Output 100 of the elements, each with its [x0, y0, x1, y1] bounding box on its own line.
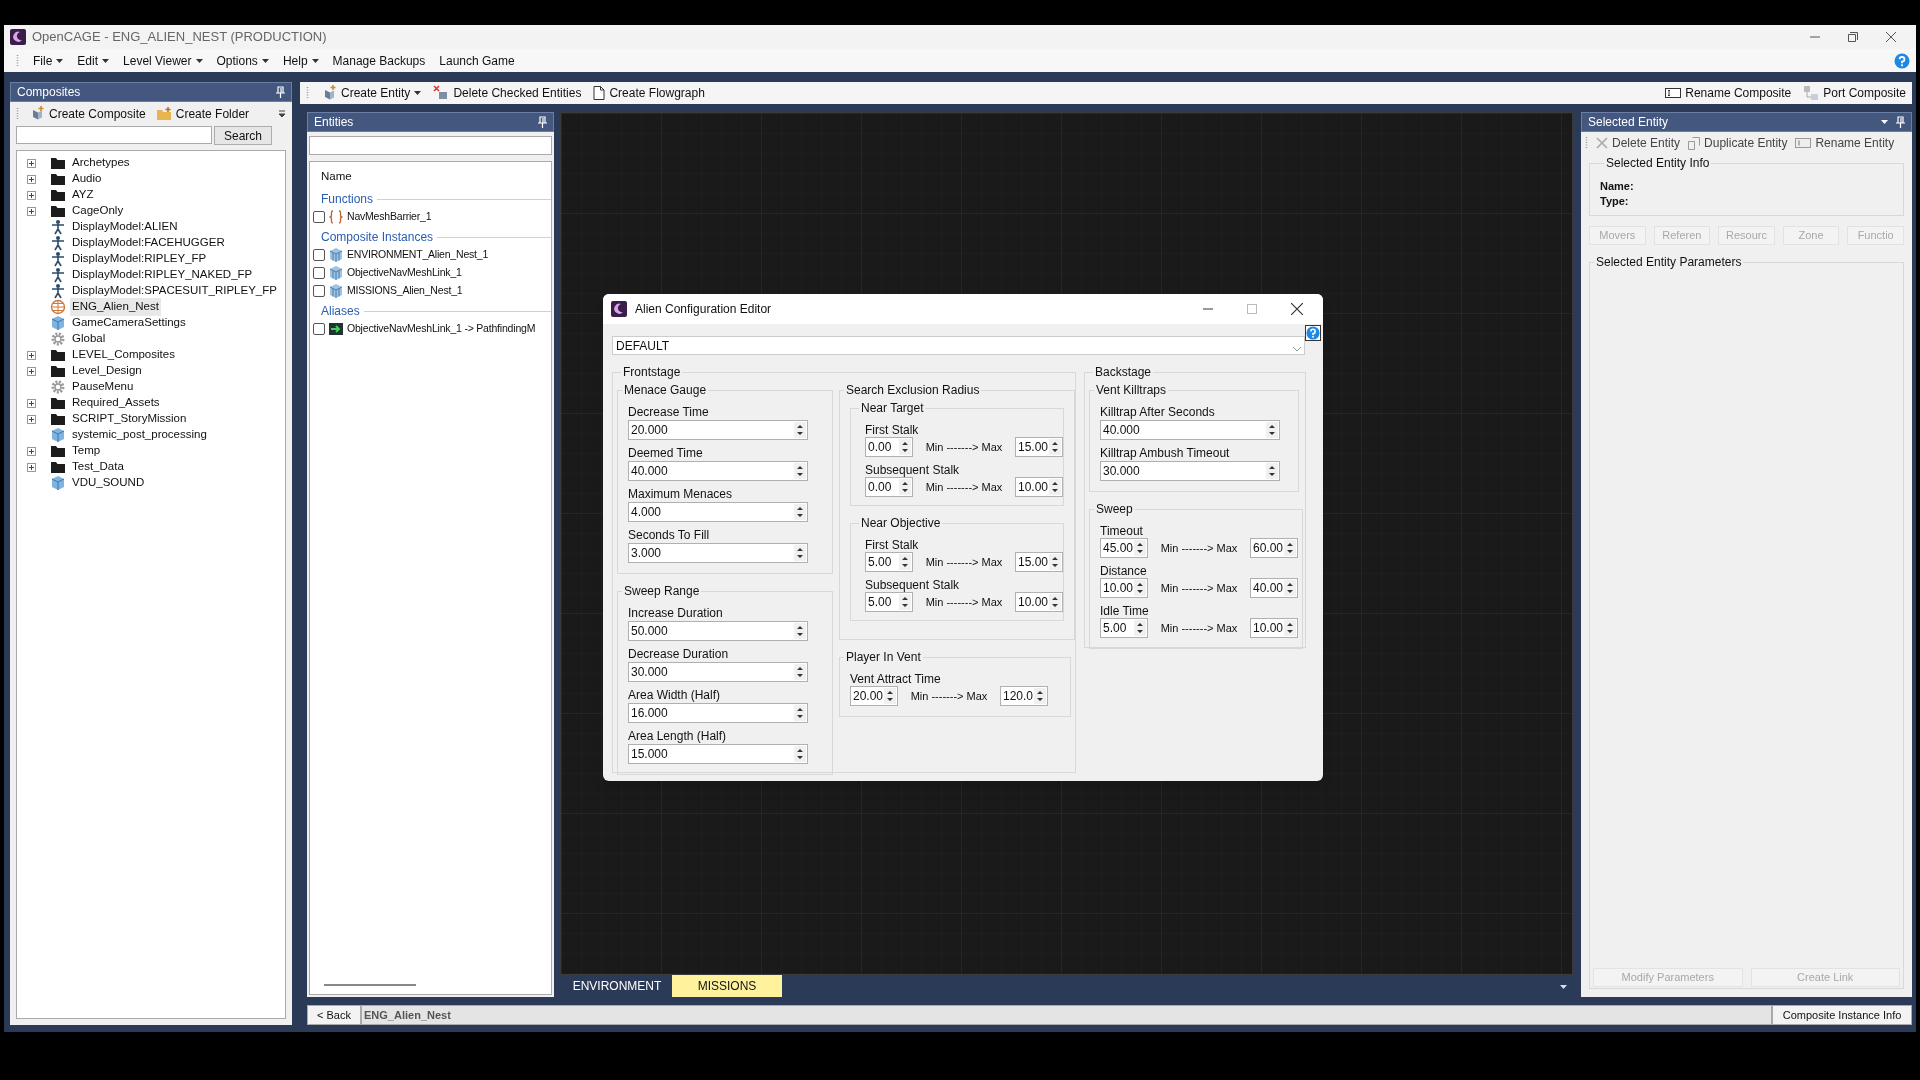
number-field[interactable]: 120.0	[1000, 686, 1048, 706]
tree-item[interactable]: SCRIPT_StoryMission	[70, 410, 189, 428]
toolbar-button[interactable]: Rename Composite	[1665, 84, 1792, 102]
number-field[interactable]: 30.000	[1100, 461, 1280, 481]
entity-item[interactable]: MISSIONS_Alien_Nest_1	[347, 283, 463, 299]
number-field[interactable]: 50.000	[628, 621, 808, 641]
tree-item[interactable]: CageOnly	[70, 202, 126, 220]
help-icon[interactable]	[1305, 325, 1321, 341]
toolbar-grip-icon[interactable]	[306, 86, 309, 100]
expand-icon[interactable]	[27, 366, 36, 376]
spin-buttons[interactable]	[1284, 540, 1296, 556]
toolbar-grip-icon[interactable]	[1585, 136, 1588, 150]
tree-item[interactable]: Level_Design	[70, 362, 144, 380]
close-icon[interactable]	[1291, 303, 1303, 315]
tree-item[interactable]: DisplayModel:FACEHUGGER	[70, 234, 227, 252]
entity-item[interactable]: ENVIRONMENT_Alien_Nest_1	[347, 247, 489, 263]
expand-icon[interactable]	[27, 414, 36, 424]
expand-icon[interactable]	[27, 398, 36, 408]
tree-item[interactable]: PauseMenu	[70, 378, 136, 396]
tree-item[interactable]: Required_Assets	[70, 394, 162, 412]
spin-buttons[interactable]	[884, 688, 896, 704]
number-field[interactable]: 10.00	[1015, 477, 1063, 497]
spin-buttons[interactable]	[1134, 580, 1146, 596]
spin-buttons[interactable]	[1266, 463, 1278, 479]
menu-item[interactable]: Launch Game	[439, 51, 515, 70]
menu-item[interactable]: Edit	[77, 51, 110, 70]
spin-buttons[interactable]	[899, 439, 911, 455]
expand-icon[interactable]	[27, 190, 36, 200]
spin-buttons[interactable]	[1134, 540, 1146, 556]
scrollbar[interactable]	[324, 984, 416, 986]
checkbox[interactable]	[313, 249, 325, 261]
restore-icon[interactable]	[1848, 32, 1858, 42]
menu-item[interactable]: File	[33, 51, 64, 70]
tree-item[interactable]: DisplayModel:ALIEN	[70, 218, 180, 236]
toolbar-button[interactable]: Rename Entity	[1795, 134, 1895, 152]
toolbar-button[interactable]: Port Composite	[1803, 84, 1906, 102]
spin-buttons[interactable]	[1049, 594, 1061, 610]
expand-icon[interactable]	[27, 206, 36, 216]
overflow-icon[interactable]	[278, 109, 286, 119]
pin-icon[interactable]	[538, 116, 547, 128]
number-field[interactable]: 20.000	[628, 420, 808, 440]
menu-item[interactable]: Manage Backups	[332, 51, 426, 70]
entity-item[interactable]: NavMeshBarrier_1	[347, 209, 432, 225]
column-header[interactable]: Name	[313, 168, 551, 188]
spin-buttons[interactable]	[1049, 439, 1061, 455]
spin-buttons[interactable]	[794, 545, 806, 561]
preset-dropdown[interactable]: DEFAULT	[612, 336, 1305, 355]
spin-buttons[interactable]	[1284, 580, 1296, 596]
expand-icon[interactable]	[27, 462, 36, 472]
tree-item[interactable]: DisplayModel:SPACESUIT_RIPLEY_FP	[70, 282, 279, 300]
spin-buttons[interactable]	[794, 746, 806, 762]
number-field[interactable]: 15.000	[628, 744, 808, 764]
spin-buttons[interactable]	[1049, 479, 1061, 495]
checkbox[interactable]	[313, 323, 325, 335]
tree-item[interactable]: Global	[70, 330, 108, 348]
number-field[interactable]: 15.00	[1015, 552, 1063, 572]
toolbar-button[interactable]: Create Folder	[155, 105, 250, 123]
menu-item[interactable]: Help	[282, 51, 319, 70]
search-field[interactable]	[16, 126, 212, 144]
tree-item[interactable]: DisplayModel:RIPLEY_FP	[70, 250, 209, 268]
toolbar-button[interactable]: Create Flowgraph	[593, 84, 705, 102]
toolbar-button[interactable]: Create Composite	[29, 105, 146, 123]
expand-icon[interactable]	[27, 350, 36, 360]
menu-item[interactable]: Level Viewer	[123, 51, 203, 70]
tree-item[interactable]: DisplayModel:RIPLEY_NAKED_FP	[70, 266, 255, 284]
spin-buttons[interactable]	[1266, 422, 1278, 438]
number-field[interactable]: 16.000	[628, 703, 808, 723]
number-field[interactable]: 10.00	[1100, 578, 1148, 598]
number-field[interactable]: 15.00	[1015, 437, 1063, 457]
pin-icon[interactable]	[1896, 116, 1905, 128]
number-field[interactable]: 5.00	[865, 552, 913, 572]
pin-icon[interactable]	[276, 86, 285, 98]
number-field[interactable]: 20.00	[850, 686, 898, 706]
spin-buttons[interactable]	[1049, 554, 1061, 570]
number-field[interactable]: 40.000	[628, 461, 808, 481]
toolbar-grip-icon[interactable]	[16, 53, 19, 68]
expand-icon[interactable]	[27, 158, 36, 168]
number-field[interactable]: 0.00	[865, 437, 913, 457]
checkbox[interactable]	[313, 211, 325, 223]
tree-item[interactable]: Audio	[70, 170, 104, 188]
checkbox[interactable]	[313, 267, 325, 279]
search-field[interactable]	[309, 136, 552, 155]
canvas-tab[interactable]: ENVIRONMENT	[562, 975, 672, 997]
number-field[interactable]: 10.00	[1015, 592, 1063, 612]
number-field[interactable]: 30.000	[628, 662, 808, 682]
spin-buttons[interactable]	[899, 594, 911, 610]
number-field[interactable]: 4.000	[628, 502, 808, 522]
spin-buttons[interactable]	[1134, 620, 1146, 636]
search-button[interactable]: Search	[214, 126, 272, 145]
number-field[interactable]: 60.00	[1250, 538, 1298, 558]
checkbox[interactable]	[313, 285, 325, 297]
menu-item[interactable]: Options	[216, 51, 269, 70]
spin-buttons[interactable]	[1284, 620, 1296, 636]
toolbar-button[interactable]: Delete Entity	[1596, 134, 1681, 152]
number-field[interactable]: 40.00	[1250, 578, 1298, 598]
number-field[interactable]: 5.00	[1100, 618, 1148, 638]
spin-buttons[interactable]	[794, 422, 806, 438]
number-field[interactable]: 3.000	[628, 543, 808, 563]
number-field[interactable]: 10.00	[1250, 618, 1298, 638]
close-icon[interactable]	[1886, 32, 1896, 42]
